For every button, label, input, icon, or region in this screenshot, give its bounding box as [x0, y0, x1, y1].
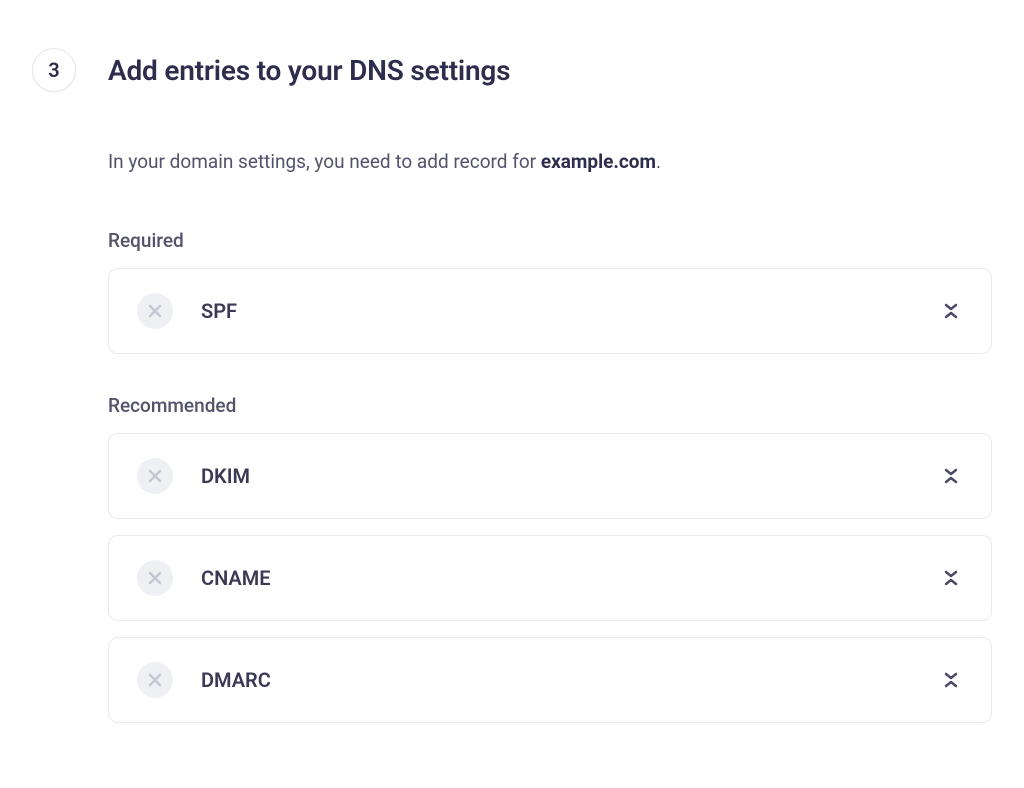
expand-collapse-icon[interactable] — [939, 668, 963, 692]
section-required: Required SPF — [108, 229, 992, 354]
section-recommended-label: Recommended — [108, 394, 992, 417]
status-unverified-icon — [137, 662, 173, 698]
record-name: CNAME — [201, 566, 271, 590]
expand-collapse-icon[interactable] — [939, 464, 963, 488]
record-name: SPF — [201, 299, 237, 323]
record-card-cname[interactable]: CNAME — [108, 535, 992, 621]
page-title: Add entries to your DNS settings — [108, 54, 510, 87]
expand-collapse-icon[interactable] — [939, 299, 963, 323]
record-left: CNAME — [137, 560, 271, 596]
status-unverified-icon — [137, 458, 173, 494]
record-left: DMARC — [137, 662, 271, 698]
record-left: DKIM — [137, 458, 250, 494]
expand-collapse-icon[interactable] — [939, 566, 963, 590]
section-recommended: Recommended DKIM CNAME — [108, 394, 992, 723]
intro-domain: example.com — [541, 150, 656, 173]
status-unverified-icon — [137, 560, 173, 596]
record-name: DKIM — [201, 464, 250, 488]
intro-text: In your domain settings, you need to add… — [108, 148, 992, 177]
status-unverified-icon — [137, 293, 173, 329]
step-number-badge: 3 — [32, 48, 76, 92]
record-card-dmarc[interactable]: DMARC — [108, 637, 992, 723]
record-card-dkim[interactable]: DKIM — [108, 433, 992, 519]
section-required-label: Required — [108, 229, 992, 252]
intro-prefix: In your domain settings, you need to add… — [108, 150, 541, 173]
intro-suffix: . — [656, 150, 661, 173]
step-header: 3 Add entries to your DNS settings — [32, 48, 992, 92]
content-area: In your domain settings, you need to add… — [32, 148, 992, 723]
record-card-spf[interactable]: SPF — [108, 268, 992, 354]
step-number: 3 — [48, 58, 59, 82]
record-name: DMARC — [201, 668, 271, 692]
record-left: SPF — [137, 293, 237, 329]
